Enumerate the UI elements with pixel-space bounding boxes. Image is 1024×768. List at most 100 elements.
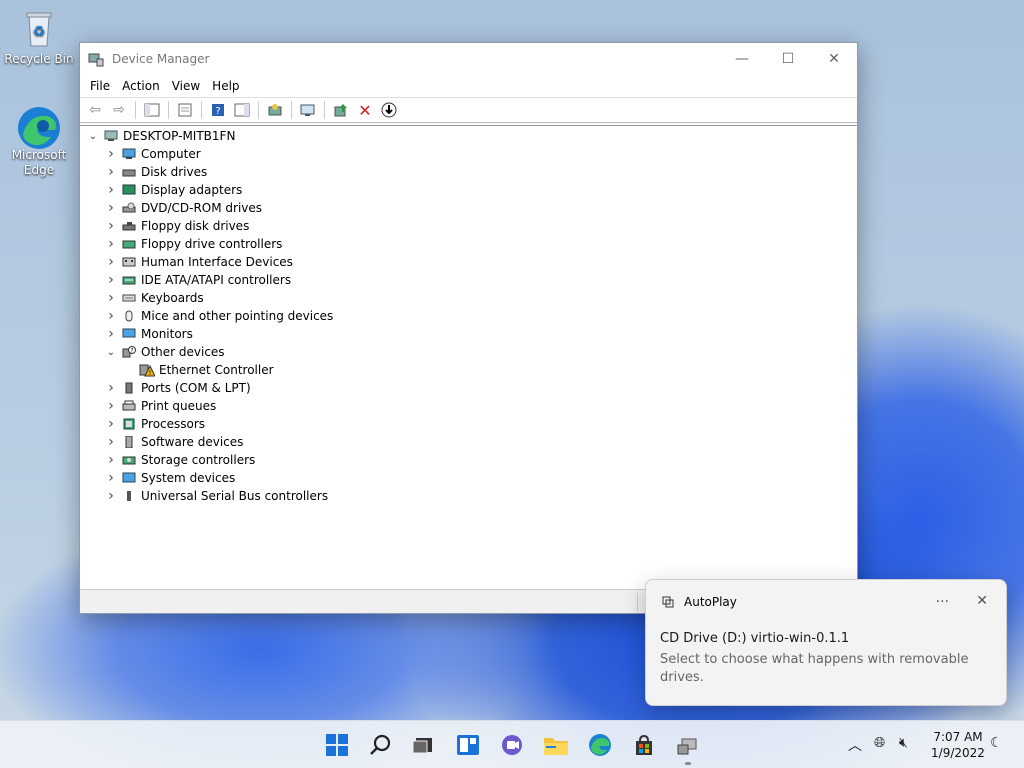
clock[interactable]: 7:07 AM 1/9/2022 <box>928 729 988 761</box>
disable-device-icon[interactable] <box>378 99 400 121</box>
expand-chevron-icon[interactable]: › <box>104 434 118 450</box>
menu-file[interactable]: File <box>84 79 116 93</box>
collapse-chevron-icon[interactable]: ⌄ <box>104 347 118 358</box>
toolbar: ⇦ ⇨ ? ✕ <box>80 97 857 123</box>
expand-chevron-icon[interactable]: › <box>104 380 118 396</box>
expand-chevron-icon[interactable]: › <box>104 164 118 180</box>
tree-category-item[interactable]: › Print queues <box>80 397 857 415</box>
tree-category-item[interactable]: › System devices <box>80 469 857 487</box>
tree-category-item[interactable]: › Mice and other pointing devices <box>80 307 857 325</box>
port-icon <box>121 381 137 395</box>
close-button[interactable]: ✕ <box>811 43 857 75</box>
title-bar[interactable]: Device Manager — ☐ ✕ <box>80 43 857 75</box>
add-legacy-hardware-icon[interactable] <box>297 99 319 121</box>
expand-chevron-icon[interactable]: › <box>104 200 118 216</box>
disk-drive-icon <box>121 165 137 179</box>
status-divider <box>637 593 638 611</box>
tree-category-item[interactable]: › Keyboards <box>80 289 857 307</box>
floppy-disk-icon <box>121 219 137 233</box>
tree-device-item[interactable]: ! Ethernet Controller <box>80 361 857 379</box>
system-device-icon <box>121 471 137 485</box>
notification-header: AutoPlay <box>662 595 737 609</box>
menu-action[interactable]: Action <box>116 79 166 93</box>
expand-chevron-icon[interactable]: › <box>104 218 118 234</box>
action-pane-icon[interactable] <box>231 99 253 121</box>
start-icon[interactable] <box>323 731 351 759</box>
chat-icon[interactable] <box>498 731 526 759</box>
tree-item-label: Storage controllers <box>141 453 256 467</box>
search-icon[interactable] <box>367 731 395 759</box>
forward-arrow-icon[interactable]: ⇨ <box>108 99 130 121</box>
expand-chevron-icon[interactable]: › <box>104 236 118 252</box>
autoplay-notification[interactable]: AutoPlay ··· ✕ CD Drive (D:) virtio-win-… <box>645 579 1007 706</box>
tree-category-item[interactable]: › Disk drives <box>80 163 857 181</box>
expand-chevron-icon[interactable]: › <box>104 254 118 270</box>
tree-category-item[interactable]: › DVD/CD-ROM drives <box>80 199 857 217</box>
tree-category-item[interactable]: › Processors <box>80 415 857 433</box>
tree-category-item[interactable]: › Storage controllers <box>80 451 857 469</box>
menu-help[interactable]: Help <box>206 79 245 93</box>
expand-chevron-icon[interactable]: › <box>104 452 118 468</box>
collapse-chevron-icon[interactable]: ⌄ <box>86 131 100 142</box>
tree-root[interactable]: ⌄ DESKTOP-MITB1FN <box>80 127 857 145</box>
floppy-controller-icon <box>121 237 137 251</box>
edge-desktop-icon[interactable]: Microsoft Edge <box>4 104 74 178</box>
uninstall-device-icon[interactable]: ✕ <box>354 99 376 121</box>
clock-date: 1/9/2022 <box>931 746 985 760</box>
volume-muted-icon[interactable]: 🔇︎ <box>899 735 908 751</box>
computer-icon <box>121 147 137 161</box>
tree-category-item[interactable]: › Monitors <box>80 325 857 343</box>
tree-category-item[interactable]: › Computer <box>80 145 857 163</box>
tree-category-item[interactable]: › Floppy disk drives <box>80 217 857 235</box>
expand-chevron-icon[interactable]: › <box>104 470 118 486</box>
tree-category-item[interactable]: › Human Interface Devices <box>80 253 857 271</box>
expand-chevron-icon[interactable]: › <box>104 290 118 306</box>
recycle-bin-desktop-icon[interactable]: ♻ Recycle Bin <box>4 8 74 66</box>
tree-category-item[interactable]: › Universal Serial Bus controllers <box>80 487 857 505</box>
tree-item-label: Mice and other pointing devices <box>141 309 334 323</box>
back-arrow-icon[interactable]: ⇦ <box>84 99 106 121</box>
tree-category-item[interactable]: ⌄? Other devices <box>80 343 857 361</box>
tree-item-label: Processors <box>141 417 206 431</box>
focus-assist-moon-icon[interactable]: ☾ <box>990 735 1003 751</box>
expand-chevron-icon[interactable]: › <box>104 146 118 162</box>
scan-hardware-icon[interactable] <box>264 99 286 121</box>
expand-chevron-icon[interactable]: › <box>104 308 118 324</box>
expand-chevron-icon[interactable]: › <box>104 398 118 414</box>
display-adapter-icon <box>121 183 137 197</box>
expand-chevron-icon[interactable]: › <box>104 488 118 504</box>
maximize-button[interactable]: ☐ <box>765 43 811 75</box>
properties-icon[interactable] <box>174 99 196 121</box>
expand-chevron-icon[interactable]: › <box>104 326 118 342</box>
device-manager-taskbar-icon[interactable] <box>674 731 702 765</box>
file-explorer-icon[interactable] <box>542 731 570 759</box>
minimize-button[interactable]: — <box>719 43 765 75</box>
tree-category-item[interactable]: › Display adapters <box>80 181 857 199</box>
tree-item-label: Print queues <box>141 399 217 413</box>
tree-category-item[interactable]: › IDE ATA/ATAPI controllers <box>80 271 857 289</box>
tree-item-label: Keyboards <box>141 291 204 305</box>
more-options-icon[interactable]: ··· <box>936 594 949 610</box>
tree-category-item[interactable]: › Ports (COM & LPT) <box>80 379 857 397</box>
svg-text:?: ? <box>130 348 133 355</box>
update-driver-icon[interactable] <box>330 99 352 121</box>
network-icon[interactable]: 🌐︎ <box>874 735 885 751</box>
menu-view[interactable]: View <box>166 79 206 93</box>
help-icon[interactable]: ? <box>207 99 229 121</box>
widgets-icon[interactable] <box>454 731 482 759</box>
tree-category-item[interactable]: › Floppy drive controllers <box>80 235 857 253</box>
show-hidden-icons-chevron-icon[interactable]: ︿ <box>848 735 862 755</box>
tree-item-label: Monitors <box>141 327 193 341</box>
expand-chevron-icon[interactable]: › <box>104 272 118 288</box>
expand-chevron-icon[interactable]: › <box>104 416 118 432</box>
tree-item-label: Floppy drive controllers <box>141 237 283 251</box>
keyboard-icon <box>121 291 137 305</box>
expand-chevron-icon[interactable]: › <box>104 182 118 198</box>
edge-taskbar-icon[interactable] <box>586 731 614 759</box>
tree-category-item[interactable]: › Software devices <box>80 433 857 451</box>
store-icon[interactable] <box>630 731 658 759</box>
monitor-icon <box>121 327 137 341</box>
notification-close-icon[interactable]: ✕ <box>976 593 988 609</box>
task-view-icon[interactable] <box>409 731 437 759</box>
show-hide-console-tree-icon[interactable] <box>141 99 163 121</box>
